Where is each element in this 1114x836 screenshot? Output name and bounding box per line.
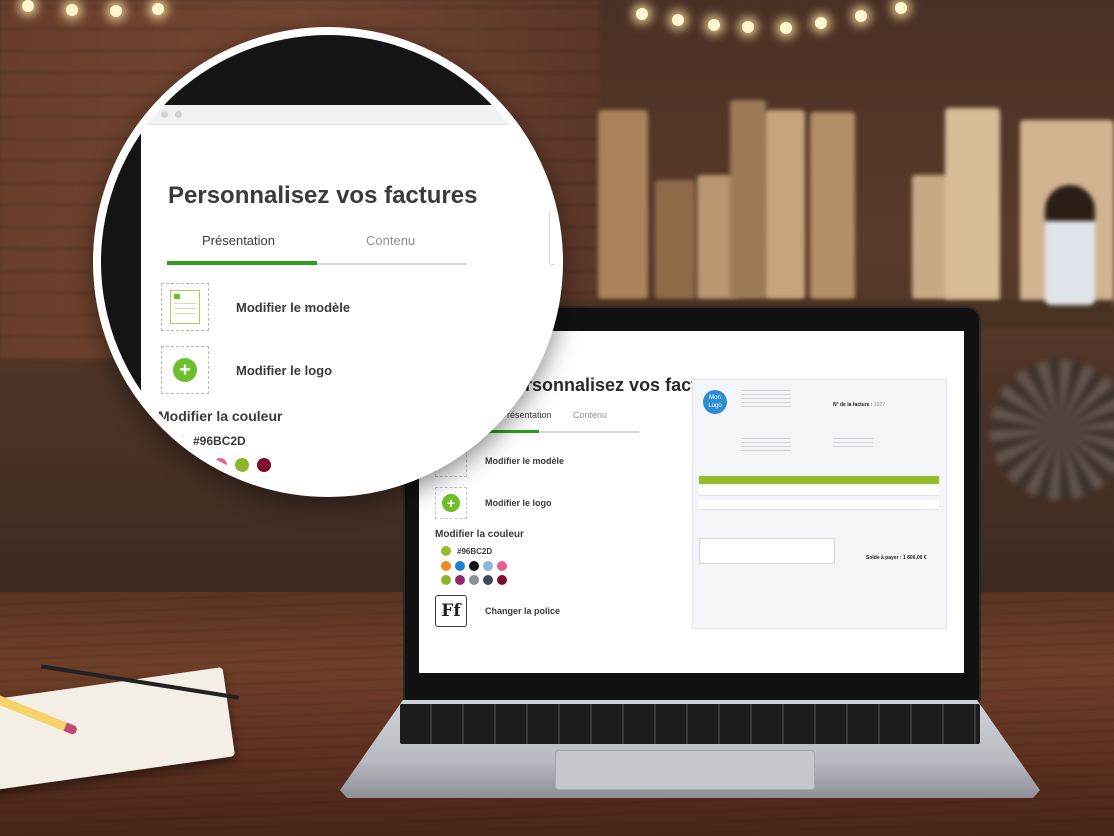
color-swatch-4[interactable]: [497, 561, 507, 571]
client-address-lines: [741, 438, 791, 452]
string-light: [780, 22, 792, 34]
string-light: [110, 5, 122, 17]
zoom-edit-logo-option[interactable]: + Modifier le logo: [161, 346, 332, 394]
font-icon: Ff: [435, 595, 467, 627]
zoom-color-swatch-2[interactable]: [213, 458, 227, 472]
zoom-bezel-top: [101, 35, 555, 105]
window-close-button[interactable]: [147, 111, 154, 118]
window-controls: [147, 111, 182, 118]
zoom-template-icon: [161, 283, 209, 331]
zoom-add-logo-icon: +: [161, 346, 209, 394]
zoom-bezel-left: [101, 75, 141, 489]
invoice-dates-lines: [833, 438, 873, 450]
wood-plank: [655, 180, 695, 300]
invoice-number-value: 1027: [873, 402, 886, 408]
color-swatch-1[interactable]: [455, 561, 465, 571]
string-light: [66, 4, 78, 16]
zoom-color-swatch-4[interactable]: [257, 458, 271, 472]
person-silhouette: [1045, 185, 1095, 305]
zoom-tab-presentation[interactable]: Présentation: [202, 233, 275, 248]
edit-logo-label: Modifier le logo: [485, 498, 552, 508]
invoice-table-row: [699, 500, 939, 510]
zoom-tab-underline: [167, 261, 467, 265]
add-logo-icon: +: [435, 487, 467, 519]
window-minimize-button[interactable]: [161, 111, 168, 118]
zoom-page-title: Personnalisez vos factures: [168, 182, 478, 209]
wood-plank: [730, 100, 766, 300]
invoice-logo: Mon Logo: [703, 390, 727, 414]
selected-color-swatch[interactable]: [441, 546, 451, 556]
window-titlebar: [141, 105, 555, 125]
color-swatch-7[interactable]: [469, 575, 479, 585]
laptop-keyboard: [400, 704, 980, 744]
color-swatch-6[interactable]: [455, 575, 465, 585]
zoom-magnifier: Personnalisez vos factures Présentation …: [93, 27, 563, 497]
zoom-scrollbar[interactable]: [549, 205, 555, 265]
color-swatches: [441, 561, 507, 585]
wood-plank: [765, 110, 805, 300]
invoice-preview: Mon Logo N° de la facture : 1027 Solde à…: [692, 379, 947, 629]
zoom-edit-logo-label: Modifier le logo: [236, 362, 333, 378]
string-light: [815, 17, 827, 29]
zoom-color-swatch-1[interactable]: [191, 458, 205, 472]
string-light: [742, 21, 754, 33]
selected-color-hex: #96BC2D: [457, 546, 493, 556]
color-section-title: Modifier la couleur: [435, 529, 524, 540]
template-thumbnail-icon: [170, 290, 200, 324]
string-light: [895, 2, 907, 14]
laptop-trackpad: [555, 750, 815, 790]
zoom-active-tab-indicator: [167, 261, 317, 265]
edit-logo-option[interactable]: + Modifier le logo: [435, 487, 552, 519]
string-light: [152, 3, 164, 15]
zoom-color-section-title: Modifier la couleur: [158, 408, 283, 424]
zoom-selected-color-hex: #96BC2D: [193, 434, 246, 448]
zoom-edit-template-label: Modifier le modèle: [236, 299, 351, 315]
zoom-plus-icon: +: [173, 358, 197, 382]
window-zoom-button[interactable]: [175, 111, 182, 118]
invoice-table-header: [699, 476, 939, 484]
wood-plank: [945, 108, 1000, 303]
color-swatch-0[interactable]: [441, 561, 451, 571]
invoice-notes-box: [699, 538, 835, 564]
string-light: [22, 0, 34, 12]
selected-color: #96BC2D: [441, 546, 492, 556]
change-font-option[interactable]: Ff Changer la police: [435, 595, 560, 627]
invoice-table-row: [699, 486, 939, 496]
string-light: [672, 14, 684, 26]
invoice-balance-due: Solde à payer : 1 800,00 €: [866, 555, 927, 561]
plus-icon: +: [442, 494, 460, 512]
zoom-selected-color-swatch[interactable]: [171, 434, 185, 448]
invoice-number: N° de la facture : 1027: [833, 402, 885, 408]
logo-text-line1: Mon: [709, 395, 721, 401]
zoom-edit-template-option[interactable]: Modifier le modèle: [161, 283, 350, 331]
tab-contenu[interactable]: Contenu: [573, 410, 607, 420]
zoom-tab-contenu[interactable]: Contenu: [366, 233, 415, 248]
color-swatch-3[interactable]: [483, 561, 493, 571]
string-light: [855, 10, 867, 22]
color-swatch-5[interactable]: [441, 575, 451, 585]
zoom-color-swatches: [169, 458, 271, 472]
zoom-color-swatch-0[interactable]: [169, 458, 183, 472]
change-font-label: Changer la police: [485, 606, 561, 616]
string-light: [708, 19, 720, 31]
color-swatch-2[interactable]: [469, 561, 479, 571]
logo-text-line2: Logo: [708, 403, 722, 409]
zoom-color-swatch-3[interactable]: [235, 458, 249, 472]
invoice-number-label: N° de la facture :: [833, 402, 873, 408]
wood-plank: [598, 110, 648, 300]
zoom-selected-color: #96BC2D: [171, 434, 246, 448]
wood-plank: [810, 112, 855, 300]
color-swatch-9[interactable]: [497, 575, 507, 585]
color-swatch-8[interactable]: [483, 575, 493, 585]
company-address-lines: [741, 390, 791, 408]
string-light: [636, 8, 648, 20]
